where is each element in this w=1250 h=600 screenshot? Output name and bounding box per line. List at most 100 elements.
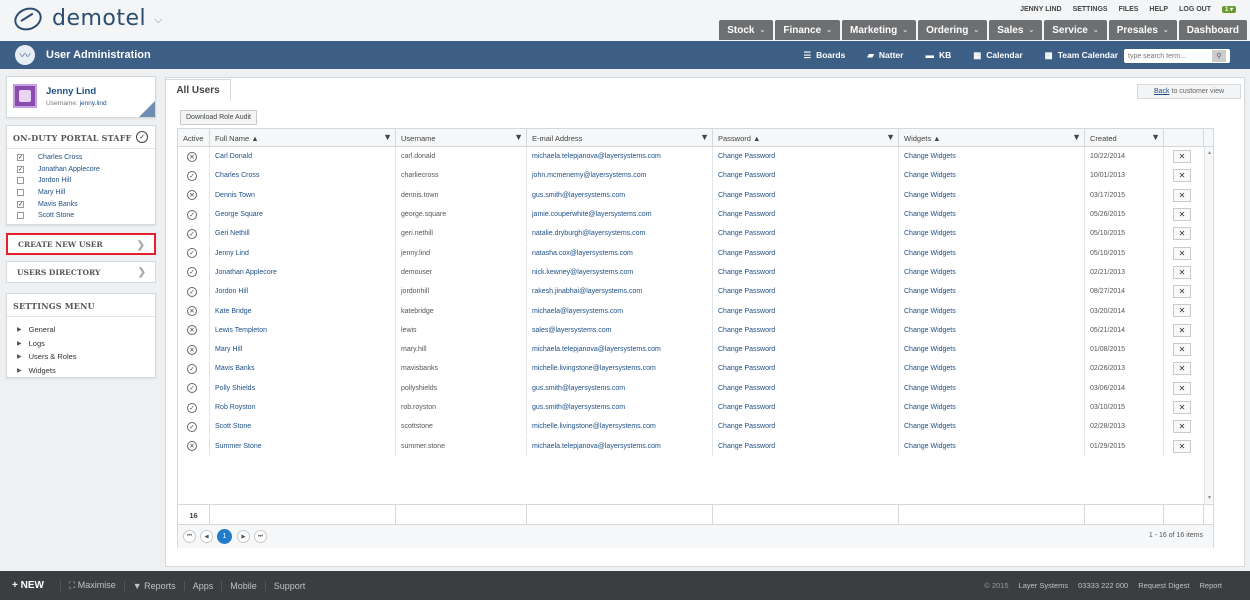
- menu-tab-dashboard[interactable]: Dashboard: [1178, 20, 1247, 40]
- full-name-link[interactable]: Scott Stone: [210, 417, 396, 437]
- full-name-link[interactable]: George Square: [210, 204, 396, 225]
- delete-user-button[interactable]: ✕: [1173, 304, 1191, 318]
- search-icon[interactable]: ⚲: [1212, 50, 1226, 62]
- change-password-link[interactable]: Change Password: [713, 340, 899, 360]
- grid-scrollbar[interactable]: ▲ ▼: [1204, 147, 1213, 504]
- delete-user-button[interactable]: ✕: [1173, 150, 1191, 163]
- change-widgets-link[interactable]: Change Widgets: [899, 397, 1085, 418]
- full-name-link[interactable]: Jenny Lind: [210, 243, 396, 263]
- change-widgets-link[interactable]: Change Widgets: [899, 340, 1085, 360]
- change-widgets-link[interactable]: Change Widgets: [899, 204, 1085, 225]
- inactive-cross-icon[interactable]: ✕: [187, 306, 197, 317]
- nav-link-kb[interactable]: ▬ KB: [925, 50, 951, 61]
- change-password-link[interactable]: Change Password: [713, 378, 899, 398]
- full-name-link[interactable]: Lewis Templeton: [210, 320, 396, 340]
- mobile-link[interactable]: Mobile: [221, 580, 265, 591]
- users-directory-button[interactable]: USERS DIRECTORY ❯: [6, 261, 156, 283]
- notification-badge[interactable]: 1 ▾: [1221, 6, 1236, 13]
- change-widgets-link[interactable]: Change Widgets: [899, 185, 1085, 205]
- col-full-name-header[interactable]: Full Name ▲ ▼: [210, 129, 396, 147]
- next-page-icon[interactable]: ▶: [237, 530, 250, 543]
- logo[interactable]: demotel ⌵: [11, 3, 163, 34]
- col-username-header[interactable]: Username ▼: [396, 129, 527, 147]
- change-widgets-link[interactable]: Change Widgets: [899, 224, 1085, 244]
- change-password-link[interactable]: Change Password: [713, 436, 899, 456]
- search-input[interactable]: [1124, 50, 1212, 62]
- settings-item-users-roles[interactable]: ▶ Users & Roles: [17, 350, 155, 364]
- inactive-cross-icon[interactable]: ✕: [187, 190, 197, 201]
- email-link[interactable]: natalie.dryburgh@layersystems.com: [527, 224, 713, 244]
- email-link[interactable]: john.mcmenemy@layersystems.com: [527, 166, 713, 186]
- delete-user-button[interactable]: ✕: [1173, 400, 1191, 414]
- staff-checkbox[interactable]: [17, 212, 24, 220]
- filter-icon[interactable]: ▼: [700, 132, 709, 142]
- apps-link[interactable]: Apps: [183, 580, 222, 591]
- active-check-icon[interactable]: ✓: [187, 209, 197, 220]
- email-link[interactable]: michaela.telepjanova@layersystems.com: [527, 436, 713, 456]
- delete-user-button[interactable]: ✕: [1173, 323, 1191, 337]
- full-name-link[interactable]: Rob Royston: [210, 397, 396, 418]
- full-name-link[interactable]: Kate Bridge: [210, 301, 396, 321]
- full-name-link[interactable]: Mary Hill: [210, 340, 396, 360]
- change-password-link[interactable]: Change Password: [713, 185, 899, 205]
- email-link[interactable]: jamie.couperwhite@layersystems.com: [527, 204, 713, 225]
- full-name-link[interactable]: Polly Shields: [210, 378, 396, 398]
- email-link[interactable]: michaela.telepjanova@layersystems.com: [527, 340, 713, 360]
- email-link[interactable]: rakesh.jinabhai@layersystems.com: [527, 282, 713, 302]
- change-widgets-link[interactable]: Change Widgets: [899, 243, 1085, 263]
- prev-page-icon[interactable]: ◀: [200, 530, 213, 543]
- create-new-user-button[interactable]: CREATE NEW USER ❯: [6, 233, 156, 255]
- full-name-link[interactable]: Charles Cross: [210, 166, 396, 186]
- active-check-icon[interactable]: ✓: [187, 402, 197, 413]
- change-password-link[interactable]: Change Password: [713, 224, 899, 244]
- page-button-1[interactable]: 1: [217, 529, 232, 544]
- last-page-icon[interactable]: ⏭: [254, 530, 267, 543]
- col-email-header[interactable]: E-mail Address ▼: [527, 129, 713, 147]
- inactive-cross-icon[interactable]: ✕: [187, 151, 197, 162]
- help-link[interactable]: HELP: [1149, 6, 1168, 13]
- delete-user-button[interactable]: ✕: [1173, 169, 1191, 183]
- col-actions-header[interactable]: [1164, 129, 1204, 147]
- email-link[interactable]: gus.smith@layersystems.com: [527, 378, 713, 398]
- change-password-link[interactable]: Change Password: [713, 204, 899, 225]
- files-link[interactable]: FILES: [1119, 6, 1139, 13]
- settings-link[interactable]: SETTINGS: [1073, 6, 1108, 13]
- col-widgets-header[interactable]: Widgets ▲ ▼: [899, 129, 1085, 147]
- email-link[interactable]: michelle.livingstone@layersystems.com: [527, 417, 713, 437]
- email-link[interactable]: sales@layersystems.com: [527, 320, 713, 340]
- chevron-down-icon[interactable]: ⌵: [154, 14, 162, 27]
- reports-button[interactable]: ▼ Reports: [123, 580, 184, 591]
- user-name[interactable]: Jenny Lind: [46, 86, 96, 97]
- logout-link[interactable]: LOG OUT: [1179, 6, 1211, 13]
- change-password-link[interactable]: Change Password: [713, 282, 899, 302]
- settings-item-general[interactable]: ▶ General: [17, 323, 155, 337]
- email-link[interactable]: natasha.cox@layersystems.com: [527, 243, 713, 263]
- change-widgets-link[interactable]: Change Widgets: [899, 147, 1085, 167]
- filter-icon[interactable]: ▼: [886, 132, 895, 142]
- nav-link-boards[interactable]: ☰ Boards: [803, 50, 845, 61]
- email-link[interactable]: gus.smith@layersystems.com: [527, 397, 713, 418]
- staff-checkbox[interactable]: ✓: [17, 165, 24, 173]
- staff-checkbox[interactable]: [17, 189, 24, 197]
- staff-checkbox[interactable]: ✓: [17, 154, 24, 162]
- active-check-icon[interactable]: ✓: [187, 363, 197, 374]
- back-link[interactable]: Back: [1154, 88, 1170, 95]
- change-password-link[interactable]: Change Password: [713, 417, 899, 437]
- change-password-link[interactable]: Change Password: [713, 166, 899, 186]
- delete-user-button[interactable]: ✕: [1173, 246, 1191, 260]
- staff-name[interactable]: Jordon Hill: [38, 177, 71, 184]
- col-password-header[interactable]: Password ▲ ▼: [713, 129, 899, 147]
- avatar[interactable]: [13, 84, 37, 108]
- change-password-link[interactable]: Change Password: [713, 359, 899, 379]
- download-role-audit-button[interactable]: Download Role Audit: [180, 110, 257, 125]
- active-check-icon[interactable]: ✓: [187, 383, 197, 394]
- active-check-icon[interactable]: ✓: [187, 228, 197, 239]
- change-password-link[interactable]: Change Password: [713, 262, 899, 283]
- check-all-icon[interactable]: ✓: [136, 131, 148, 143]
- nav-link-team-calendar[interactable]: ▦ Team Calendar: [1045, 50, 1118, 61]
- settings-item-logs[interactable]: ▶ Logs: [17, 337, 155, 351]
- change-password-link[interactable]: Change Password: [713, 397, 899, 418]
- current-user-link[interactable]: JENNY LIND: [1020, 6, 1062, 13]
- change-widgets-link[interactable]: Change Widgets: [899, 262, 1085, 283]
- staff-name[interactable]: Scott Stone: [38, 212, 74, 219]
